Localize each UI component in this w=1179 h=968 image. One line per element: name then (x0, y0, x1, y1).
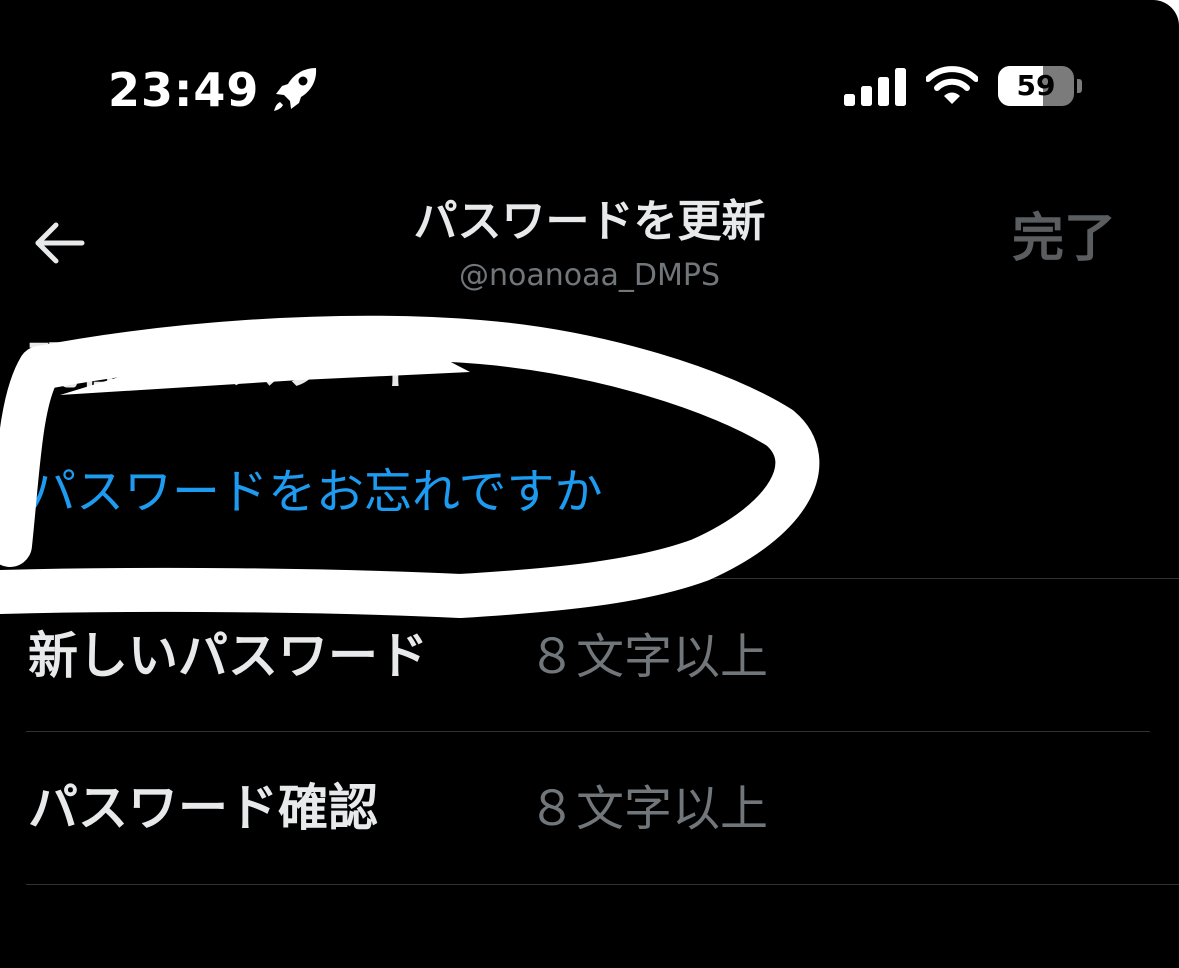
battery-icon: 59 (998, 66, 1074, 106)
divider (26, 731, 1150, 732)
wifi-icon (926, 66, 978, 104)
new-password-input[interactable] (528, 624, 1148, 690)
divider (26, 578, 1179, 579)
rocket-icon (274, 68, 317, 111)
page-title: パスワードを更新 (413, 196, 766, 247)
battery-cap (1077, 79, 1082, 93)
forgot-password-link[interactable]: パスワードをお忘れですか (28, 460, 603, 524)
battery-level: 59 (1016, 69, 1056, 102)
password-update-screen: 23:49 59 パスワードを更新 @noanoaa_DMPS 完了 現在のパス… (0, 0, 1179, 968)
account-handle: @noanoaa_DMPS (458, 258, 720, 293)
divider (26, 884, 1179, 885)
status-time: 23:49 (108, 63, 260, 117)
confirm-password-input[interactable] (528, 776, 1148, 842)
confirm-password-label: パスワード確認 (28, 779, 378, 837)
new-password-label: 新しいパスワード (28, 627, 428, 685)
done-button[interactable]: 完了 (1012, 208, 1116, 270)
cellular-signal-icon (844, 68, 906, 106)
current-password-label: 現在のパスワード (28, 337, 428, 395)
